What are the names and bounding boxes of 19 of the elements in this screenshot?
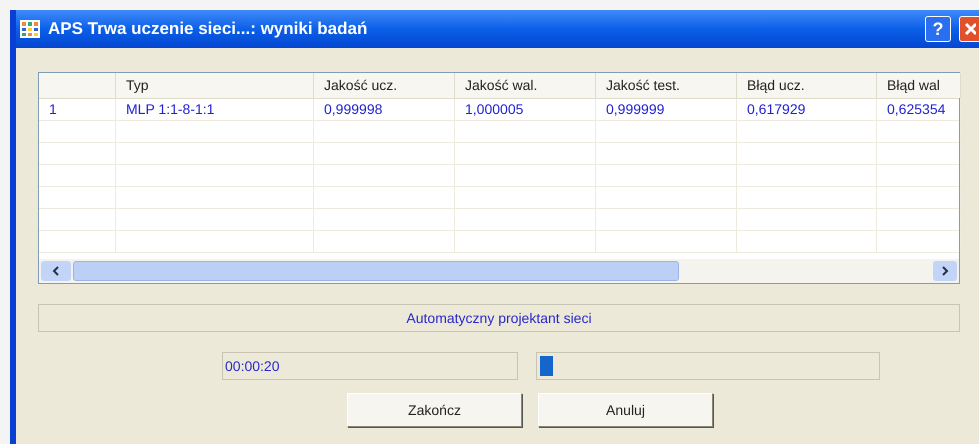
status-text: Automatyczny projektant sieci <box>406 308 592 328</box>
dialog-button[interactable]: Anuluj <box>538 393 713 427</box>
column-header[interactable]: Błąd ucz. <box>737 73 877 98</box>
column-header[interactable]: Jakość test. <box>596 73 737 98</box>
table-cell: 1 <box>39 99 116 120</box>
column-header[interactable]: Typ <box>116 73 314 98</box>
table-cell: 1,000005 <box>455 99 596 120</box>
column-header[interactable]: Błąd wal <box>877 73 961 98</box>
table-cell: 0,999998 <box>314 99 455 120</box>
table-cell: 0,625354 <box>877 99 961 120</box>
table-cell: 0,617929 <box>737 99 877 120</box>
table-cell: 0,999999 <box>596 99 737 120</box>
table-cell: MLP 1:1-8-1:1 <box>116 99 314 120</box>
dialog-button[interactable]: Zakończ <box>347 393 522 427</box>
help-button[interactable]: ? <box>925 16 951 42</box>
timer-field[interactable]: 00:00:20 <box>222 352 518 380</box>
column-header[interactable]: Jakość ucz. <box>314 73 455 98</box>
column-header[interactable]: Jakość wal. <box>455 73 596 98</box>
window-title: APS Trwa uczenie sieci...: wyniki badań <box>48 18 368 40</box>
